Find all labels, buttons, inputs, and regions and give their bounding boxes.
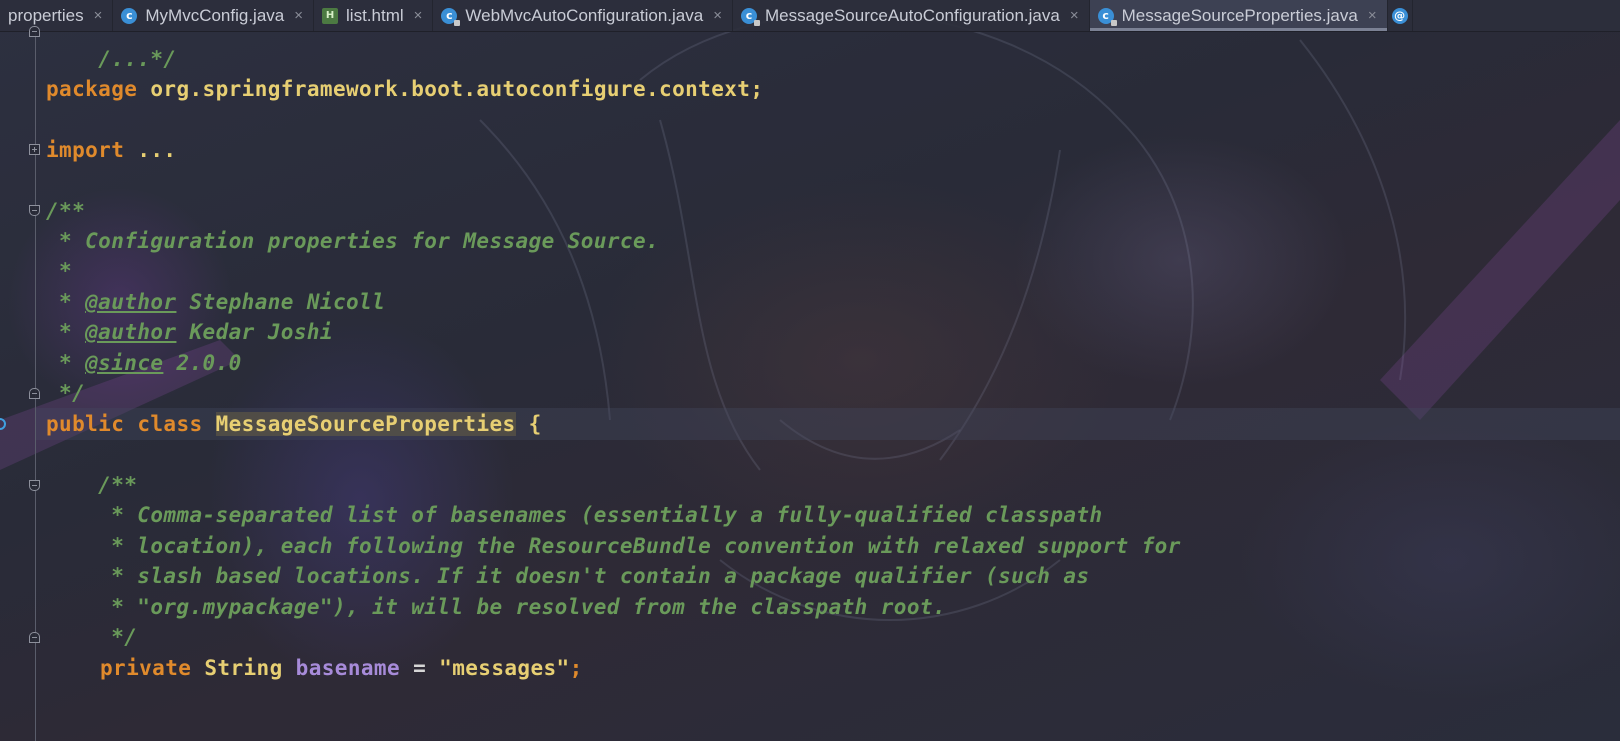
- javadoc-prefix: *: [46, 320, 86, 344]
- close-icon[interactable]: ×: [1070, 7, 1079, 24]
- code-line-javadoc: * slash based locations. If it doesn't c…: [46, 562, 1089, 590]
- javadoc-text: *: [46, 259, 73, 283]
- javadoc-tag: @author: [85, 290, 177, 314]
- close-icon[interactable]: ×: [414, 7, 423, 24]
- semicolon: ;: [569, 656, 583, 680]
- code-line-javadoc-close: */: [46, 379, 85, 407]
- javadoc-tag: @author: [85, 320, 177, 344]
- folded-imports[interactable]: ...: [137, 138, 176, 162]
- keyword-import: import: [46, 138, 125, 162]
- code-line-author: * @author Kedar Joshi: [46, 318, 333, 346]
- editor-tab-bar: properties × c MyMvcConfig.java × H list…: [0, 0, 1620, 32]
- implementation-marker-icon[interactable]: [0, 418, 6, 430]
- fold-collapse-icon[interactable]: [29, 26, 40, 37]
- code-line-javadoc: * Comma-separated list of basenames (ess…: [46, 501, 1103, 529]
- code-line-javadoc-close: */: [46, 623, 137, 651]
- field-name[interactable]: basename: [296, 656, 400, 680]
- open-brace: {: [528, 412, 542, 436]
- javadoc-text: * Comma-separated list of basenames (ess…: [46, 503, 1103, 527]
- tab-message-source-properties[interactable]: c MessageSourceProperties.java ×: [1089, 0, 1388, 31]
- code-editor[interactable]: /...*/ package org.springframework.boot.…: [0, 26, 1620, 741]
- tab-overflow[interactable]: @: [1388, 0, 1413, 31]
- javadoc-text: * location), each following the Resource…: [46, 534, 1181, 558]
- javadoc-text: * Configuration properties for Message S…: [46, 229, 660, 253]
- package-name: org.springframework.boot.autoconfigure.c…: [150, 77, 764, 101]
- code-line-import: import ...: [46, 136, 176, 164]
- javadoc-tag: @since: [85, 351, 164, 375]
- code-line-author: * @author Stephane Nicoll: [46, 288, 385, 316]
- keyword-package: package: [46, 77, 138, 101]
- annotation-icon: @: [1391, 7, 1408, 24]
- class-locked-icon: c: [441, 7, 461, 26]
- tab-web-mvc-auto-configuration[interactable]: c WebMvcAutoConfiguration.java ×: [433, 0, 733, 31]
- tab-message-source-auto-configuration[interactable]: c MessageSourceAutoConfiguration.java ×: [733, 0, 1090, 31]
- class-locked-icon: c: [1097, 7, 1117, 26]
- close-icon[interactable]: ×: [1368, 7, 1377, 24]
- keyword-public: public: [46, 412, 125, 436]
- keyword-class: class: [137, 412, 203, 436]
- fold-collapse-icon[interactable]: [29, 388, 40, 399]
- type-name: String: [204, 656, 283, 680]
- tab-list-html[interactable]: H list.html ×: [314, 0, 434, 31]
- assign-operator: =: [413, 656, 427, 680]
- fold-collapse-icon[interactable]: [29, 205, 40, 216]
- close-icon[interactable]: ×: [294, 7, 303, 24]
- javadoc-close: */: [46, 381, 86, 405]
- javadoc-text: 2.0.0: [163, 351, 242, 375]
- code-line-field-declaration: private String basename = "messages";: [100, 654, 583, 682]
- tab-label: MessageSourceAutoConfiguration.java: [764, 5, 1060, 25]
- code-line-javadoc-open: /**: [46, 471, 137, 499]
- javadoc-close: */: [46, 625, 138, 649]
- code-line-class-declaration: public class MessageSourceProperties {: [46, 410, 542, 438]
- code-line-package: package org.springframework.boot.autocon…: [46, 75, 763, 103]
- tab-label: list.html: [346, 5, 404, 25]
- fold-expand-icon[interactable]: [29, 144, 40, 155]
- code-line-javadoc-open: /**: [46, 197, 85, 225]
- code-line-javadoc: * "org.mypackage"), it will be resolved …: [46, 593, 946, 621]
- class-name[interactable]: MessageSourceProperties: [215, 412, 516, 436]
- javadoc-text: * slash based locations. If it doesn't c…: [46, 564, 1090, 588]
- code-line-javadoc: * Configuration properties for Message S…: [46, 227, 659, 255]
- fold-collapse-icon[interactable]: [29, 632, 40, 643]
- string-literal: "messages": [439, 656, 570, 680]
- html-file-icon: H: [322, 7, 339, 24]
- javadoc-open: /**: [46, 199, 86, 223]
- tab-label: WebMvcAutoConfiguration.java: [465, 5, 704, 25]
- folded-comment: /...*/: [98, 47, 177, 71]
- javadoc-prefix: *: [46, 290, 86, 314]
- class-locked-icon: c: [740, 7, 760, 26]
- code-line-since: * @since 2.0.0: [46, 349, 242, 377]
- javadoc-text: Stephane Nicoll: [176, 290, 386, 314]
- code-line-javadoc: *: [46, 257, 72, 285]
- keyword-private: private: [100, 656, 192, 680]
- fold-collapse-icon[interactable]: [29, 480, 40, 491]
- javadoc-text: * "org.mypackage"), it will be resolved …: [46, 595, 946, 619]
- close-icon[interactable]: ×: [713, 7, 722, 24]
- code-line: /...*/: [46, 17, 176, 71]
- javadoc-open: /**: [46, 473, 138, 497]
- code-line-javadoc: * location), each following the Resource…: [46, 532, 1181, 560]
- tab-label: MessageSourceProperties.java: [1121, 5, 1358, 25]
- javadoc-text: Kedar Joshi: [176, 320, 333, 344]
- javadoc-prefix: *: [46, 351, 86, 375]
